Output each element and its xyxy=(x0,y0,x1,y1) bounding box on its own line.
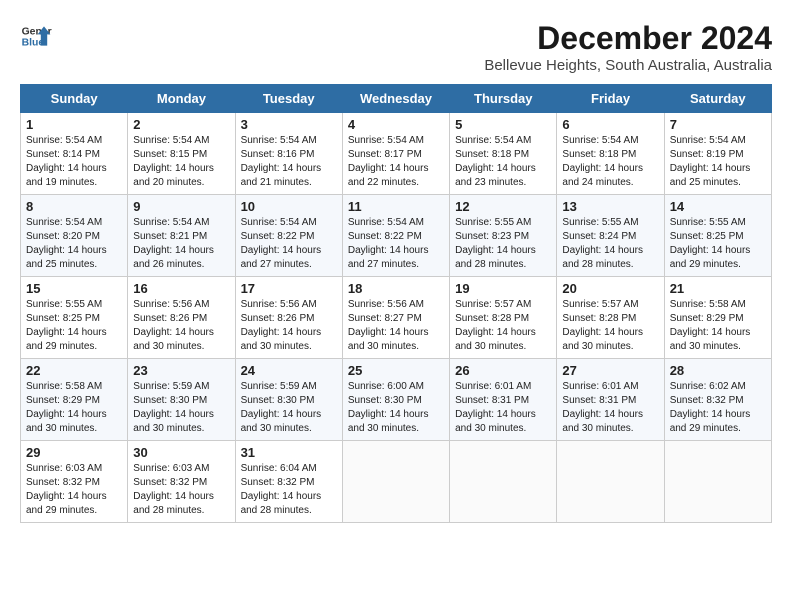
calendar-row-week1: 1 Sunrise: 5:54 AMSunset: 8:14 PMDayligh… xyxy=(21,113,772,195)
empty-cell-3 xyxy=(557,441,664,523)
day-cell-16: 16 Sunrise: 5:56 AMSunset: 8:26 PMDaylig… xyxy=(128,277,235,359)
day-cell-28: 28 Sunrise: 6:02 AMSunset: 8:32 PMDaylig… xyxy=(664,359,771,441)
day-cell-22: 22 Sunrise: 5:58 AMSunset: 8:29 PMDaylig… xyxy=(21,359,128,441)
title-section: December 2024 Bellevue Heights, South Au… xyxy=(484,20,772,74)
day-cell-4: 4 Sunrise: 5:54 AMSunset: 8:17 PMDayligh… xyxy=(342,113,449,195)
day-cell-8: 8 Sunrise: 5:54 AMSunset: 8:20 PMDayligh… xyxy=(21,195,128,277)
day-cell-1: 1 Sunrise: 5:54 AMSunset: 8:14 PMDayligh… xyxy=(21,113,128,195)
calendar-table: Sunday Monday Tuesday Wednesday Thursday… xyxy=(20,84,772,523)
calendar-row-week5: 29 Sunrise: 6:03 AMSunset: 8:32 PMDaylig… xyxy=(21,441,772,523)
day-cell-11: 11 Sunrise: 5:54 AMSunset: 8:22 PMDaylig… xyxy=(342,195,449,277)
day-cell-5: 5 Sunrise: 5:54 AMSunset: 8:18 PMDayligh… xyxy=(450,113,557,195)
calendar-row-week4: 22 Sunrise: 5:58 AMSunset: 8:29 PMDaylig… xyxy=(21,359,772,441)
header-tuesday: Tuesday xyxy=(235,85,342,113)
day-cell-2: 2 Sunrise: 5:54 AMSunset: 8:15 PMDayligh… xyxy=(128,113,235,195)
header-friday: Friday xyxy=(557,85,664,113)
empty-cell-1 xyxy=(342,441,449,523)
day-cell-23: 23 Sunrise: 5:59 AMSunset: 8:30 PMDaylig… xyxy=(128,359,235,441)
day-cell-17: 17 Sunrise: 5:56 AMSunset: 8:26 PMDaylig… xyxy=(235,277,342,359)
day-cell-31: 31 Sunrise: 6:04 AMSunset: 8:32 PMDaylig… xyxy=(235,441,342,523)
day-cell-19: 19 Sunrise: 5:57 AMSunset: 8:28 PMDaylig… xyxy=(450,277,557,359)
day-cell-25: 25 Sunrise: 6:00 AMSunset: 8:30 PMDaylig… xyxy=(342,359,449,441)
header-thursday: Thursday xyxy=(450,85,557,113)
page-header: General Blue December 2024 Bellevue Heig… xyxy=(20,20,772,74)
page-subtitle: Bellevue Heights, South Australia, Austr… xyxy=(484,57,772,74)
empty-cell-4 xyxy=(664,441,771,523)
logo-icon: General Blue xyxy=(20,20,52,52)
day-cell-3: 3 Sunrise: 5:54 AMSunset: 8:16 PMDayligh… xyxy=(235,113,342,195)
day-cell-14: 14 Sunrise: 5:55 AMSunset: 8:25 PMDaylig… xyxy=(664,195,771,277)
day-cell-30: 30 Sunrise: 6:03 AMSunset: 8:32 PMDaylig… xyxy=(128,441,235,523)
empty-cell-2 xyxy=(450,441,557,523)
calendar-row-week3: 15 Sunrise: 5:55 AMSunset: 8:25 PMDaylig… xyxy=(21,277,772,359)
day-cell-9: 9 Sunrise: 5:54 AMSunset: 8:21 PMDayligh… xyxy=(128,195,235,277)
page-title: December 2024 xyxy=(484,20,772,57)
day-cell-13: 13 Sunrise: 5:55 AMSunset: 8:24 PMDaylig… xyxy=(557,195,664,277)
day-cell-29: 29 Sunrise: 6:03 AMSunset: 8:32 PMDaylig… xyxy=(21,441,128,523)
day-cell-7: 7 Sunrise: 5:54 AMSunset: 8:19 PMDayligh… xyxy=(664,113,771,195)
day-cell-26: 26 Sunrise: 6:01 AMSunset: 8:31 PMDaylig… xyxy=(450,359,557,441)
day-cell-24: 24 Sunrise: 5:59 AMSunset: 8:30 PMDaylig… xyxy=(235,359,342,441)
day-cell-21: 21 Sunrise: 5:58 AMSunset: 8:29 PMDaylig… xyxy=(664,277,771,359)
day-cell-10: 10 Sunrise: 5:54 AMSunset: 8:22 PMDaylig… xyxy=(235,195,342,277)
calendar-header-row: Sunday Monday Tuesday Wednesday Thursday… xyxy=(21,85,772,113)
header-sunday: Sunday xyxy=(21,85,128,113)
day-cell-12: 12 Sunrise: 5:55 AMSunset: 8:23 PMDaylig… xyxy=(450,195,557,277)
header-saturday: Saturday xyxy=(664,85,771,113)
logo: General Blue xyxy=(20,20,52,52)
calendar-row-week2: 8 Sunrise: 5:54 AMSunset: 8:20 PMDayligh… xyxy=(21,195,772,277)
header-wednesday: Wednesday xyxy=(342,85,449,113)
header-monday: Monday xyxy=(128,85,235,113)
day-cell-6: 6 Sunrise: 5:54 AMSunset: 8:18 PMDayligh… xyxy=(557,113,664,195)
day-cell-27: 27 Sunrise: 6:01 AMSunset: 8:31 PMDaylig… xyxy=(557,359,664,441)
day-cell-18: 18 Sunrise: 5:56 AMSunset: 8:27 PMDaylig… xyxy=(342,277,449,359)
day-cell-20: 20 Sunrise: 5:57 AMSunset: 8:28 PMDaylig… xyxy=(557,277,664,359)
day-cell-15: 15 Sunrise: 5:55 AMSunset: 8:25 PMDaylig… xyxy=(21,277,128,359)
